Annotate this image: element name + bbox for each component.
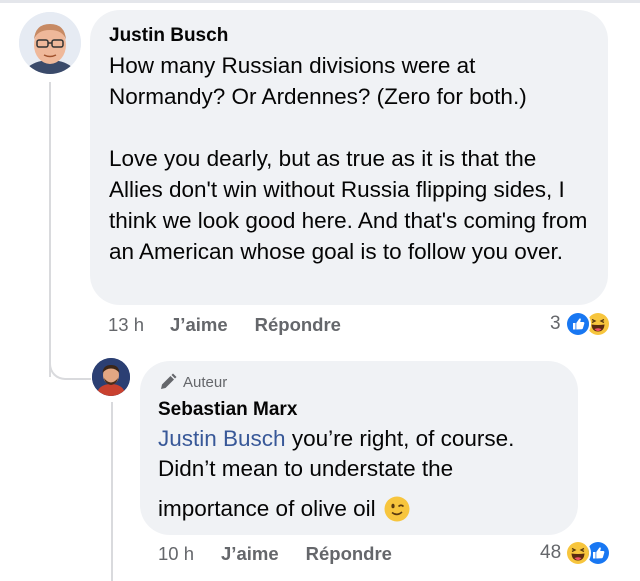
reply-actions: 10 h J’aime Répondre — [158, 543, 392, 565]
pencil-icon — [161, 373, 177, 389]
reply-text-line: Didn’t mean to understate the — [158, 456, 454, 481]
wink-emoji-icon — [384, 496, 410, 522]
comment-paragraph: Love you dearly, but as true as it is th… — [109, 146, 588, 264]
reply-text: Justin Busch you’re right, of course. Di… — [158, 424, 560, 524]
comment-bubble: Justin Busch How many Russian divisions … — [90, 10, 608, 305]
reaction-count: 48 — [540, 542, 562, 563]
avatar-justin-busch[interactable] — [19, 12, 81, 74]
author-badge-label: Auteur — [183, 373, 228, 391]
reply-bubble: Auteur Sebastian Marx Justin Busch you’r… — [140, 361, 578, 535]
comment-text: How many Russian divisions were at Norma… — [109, 50, 588, 267]
reply-text-line: importance of olive oil — [158, 496, 376, 521]
avatar-sebastian-marx[interactable] — [92, 358, 130, 396]
reaction-count: 3 — [550, 313, 561, 334]
comment-author[interactable]: Justin Busch — [109, 23, 588, 49]
author-badge: Auteur — [159, 372, 560, 392]
haha-icon — [565, 540, 592, 566]
like-button[interactable]: J’aime — [170, 314, 228, 336]
thread-line — [49, 82, 51, 377]
reply-author[interactable]: Sebastian Marx — [158, 397, 560, 423]
reply-text-line: you’re right, of course. — [285, 426, 515, 451]
comment-paragraph: How many Russian divisions were at Norma… — [109, 53, 527, 109]
comment-actions: 13 h J’aime Répondre — [108, 314, 341, 336]
top-divider — [0, 0, 640, 3]
mention-link[interactable]: Justin Busch — [158, 426, 286, 451]
reply-connector — [49, 340, 91, 380]
comment-timestamp[interactable]: 13 h — [108, 314, 144, 336]
reply-thread-line — [111, 402, 113, 581]
reactions-summary[interactable]: 3 — [550, 311, 611, 337]
reactions-summary[interactable]: 48 — [540, 540, 612, 566]
like-button[interactable]: J’aime — [221, 543, 279, 565]
reply-button[interactable]: Répondre — [255, 314, 341, 336]
like-icon — [564, 311, 591, 337]
reply-timestamp[interactable]: 10 h — [158, 543, 194, 565]
reply-button[interactable]: Répondre — [306, 543, 392, 565]
